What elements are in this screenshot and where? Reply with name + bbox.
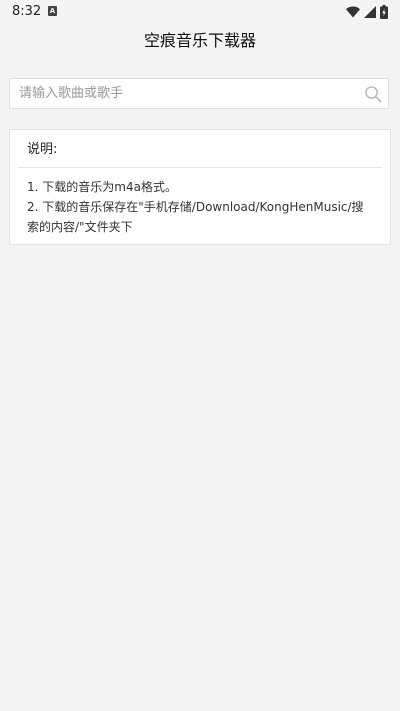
info-line-save-path: 2. 下载的音乐保存在"手机存储/Download/KongHenMusic/搜… xyxy=(27,200,364,234)
signal-icon xyxy=(364,6,376,18)
status-icons xyxy=(346,4,388,20)
info-title: 说明: xyxy=(27,142,58,157)
info-card: 说明: 1. 下载的音乐为m4a格式。 2. 下载的音乐保存在"手机存储/Dow… xyxy=(9,129,391,245)
battery-charging-icon xyxy=(380,5,388,19)
info-line-format: 1. 下载的音乐为m4a格式。 xyxy=(27,180,177,194)
search-input[interactable] xyxy=(19,79,359,108)
status-time: 8:32 xyxy=(12,4,42,19)
info-divider xyxy=(18,167,382,168)
info-body: 1. 下载的音乐为m4a格式。 2. 下载的音乐保存在"手机存储/Downloa… xyxy=(27,177,372,237)
search-icon[interactable] xyxy=(364,85,382,103)
page-title: 空痕音乐下载器 xyxy=(143,31,256,50)
a-icon: A xyxy=(48,6,57,16)
status-bar: 8:32 A xyxy=(0,0,400,24)
wifi-icon xyxy=(346,6,360,18)
search-box[interactable] xyxy=(9,78,389,109)
app-bar: 空痕音乐下载器 xyxy=(0,24,400,60)
